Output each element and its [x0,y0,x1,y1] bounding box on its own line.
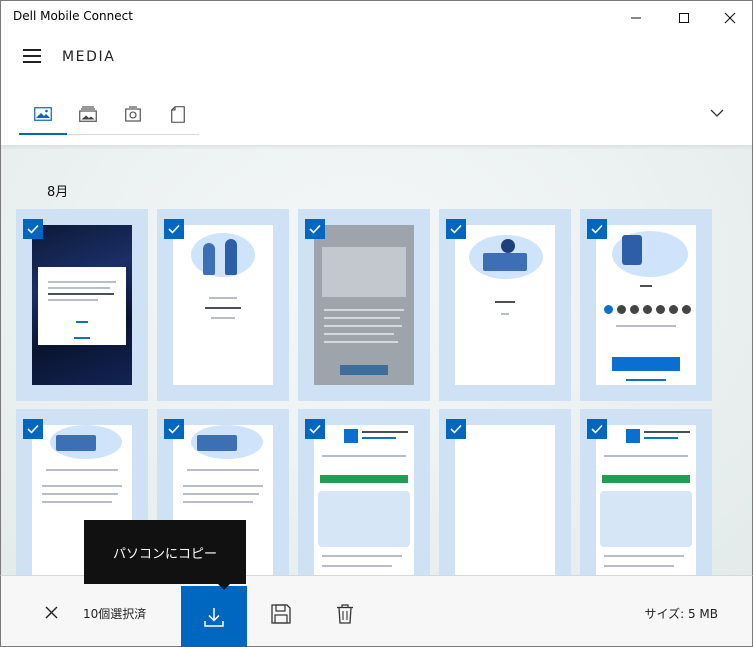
thumbnail-image [314,225,414,385]
checkmark-icon [591,424,603,434]
checkbox-checked[interactable] [164,219,184,239]
checkmark-icon [27,224,39,234]
checkbox-checked[interactable] [446,419,466,439]
tab-documents[interactable] [156,93,200,135]
thumbnail-image [314,425,414,575]
close-window-button[interactable] [707,1,753,34]
copy-to-pc-tooltip: パソコンにコピー [84,520,246,584]
media-item[interactable] [580,409,712,575]
checkmark-icon [27,424,39,434]
camera-roll-icon [125,106,141,122]
clear-selection-button[interactable] [37,598,65,626]
section-header-month: 8月 [47,185,69,200]
close-icon [45,606,57,618]
thumbnail-image [455,225,555,385]
checkbox-checked[interactable] [23,219,43,239]
title-bar: Dell Mobile Connect [0,0,753,33]
thumbnail-image [455,425,555,575]
selected-count: 10個選択済 [83,607,147,621]
media-gallery: 8月 [0,145,753,575]
save-button[interactable] [267,600,295,628]
checkmark-icon [450,224,462,234]
thumbnail-image [32,225,132,385]
expand-button[interactable] [705,103,729,123]
media-item[interactable] [16,209,148,401]
thumbnail-image [596,225,696,385]
download-icon [204,608,224,627]
checkmark-icon [591,224,603,234]
checkmark-icon [168,424,180,434]
thumbnail-image [173,225,273,385]
media-tabs [19,93,199,135]
documents-icon [171,105,185,123]
maximize-icon [679,12,689,23]
checkmark-icon [168,224,180,234]
hamburger-menu-icon[interactable] [21,47,43,65]
tab-camera-roll[interactable] [111,93,155,135]
checkmark-icon [309,424,321,434]
copy-to-pc-button[interactable] [181,586,247,647]
save-icon [271,604,291,624]
tooltip-arrow [217,583,231,590]
checkmark-icon [450,424,462,434]
checkbox-checked[interactable] [446,219,466,239]
delete-button[interactable] [331,600,359,628]
checkbox-checked[interactable] [305,219,325,239]
media-item[interactable] [298,409,430,575]
app-header: MEDIA [0,33,753,145]
delete-icon [337,604,353,624]
checkbox-checked[interactable] [164,419,184,439]
selection-command-bar: 10個選択済 サイズ: 5 MB [0,575,753,647]
app-title: Dell Mobile Connect [13,9,133,23]
media-item[interactable] [157,209,289,401]
checkbox-checked[interactable] [587,219,607,239]
albums-icon [79,106,97,122]
checkbox-checked[interactable] [305,419,325,439]
minimize-icon [631,17,641,18]
checkbox-checked[interactable] [23,419,43,439]
photos-icon [34,107,52,121]
close-icon [724,12,736,23]
thumbnail-image [596,425,696,575]
selection-size: サイズ: 5 MB [644,607,718,621]
minimize-button[interactable] [613,1,659,34]
media-item[interactable] [298,209,430,401]
page-title: MEDIA [62,49,116,65]
checkbox-checked[interactable] [587,419,607,439]
tab-photos[interactable] [21,93,65,135]
maximize-button[interactable] [661,1,707,34]
media-item[interactable] [580,209,712,401]
media-item[interactable] [439,209,571,401]
chevron-down-icon [710,109,724,117]
checkmark-icon [309,224,321,234]
tab-albums[interactable] [66,93,110,135]
selected-tab-indicator [19,133,67,135]
media-item[interactable] [439,409,571,575]
